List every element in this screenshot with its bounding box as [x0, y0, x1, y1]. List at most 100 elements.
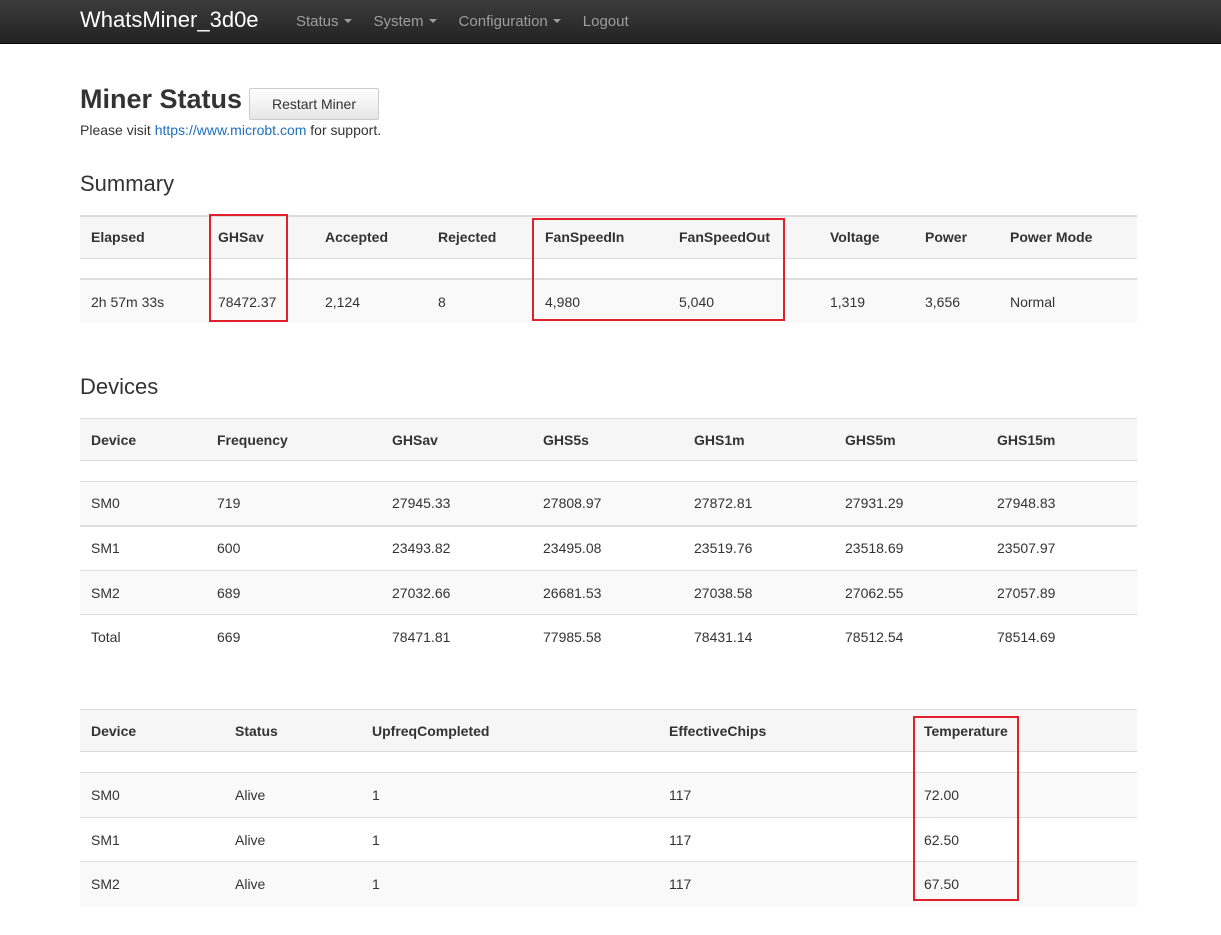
- caret-down-icon: [552, 19, 561, 23]
- table-cell: 27872.81: [694, 495, 753, 512]
- nav-system-label: System: [373, 12, 424, 30]
- col-header: Power: [925, 229, 968, 246]
- table-row: SM0 719 27945.33 27808.97 27872.81 27931…: [80, 481, 1137, 526]
- table-row: SM1 600 23493.82 23495.08 23519.76 23518…: [80, 525, 1137, 571]
- table-cell: SM0: [91, 787, 120, 803]
- summary-table: Elapsed GHSav Accepted Rejected FanSpeed…: [80, 215, 1137, 323]
- table-cell: 27032.66: [392, 584, 451, 601]
- table-row: SM0 Alive 1 117 72.00: [80, 772, 1137, 818]
- brand-logo[interactable]: WhatsMiner_3d0e: [80, 0, 259, 40]
- table-cell: 67.50: [924, 876, 960, 893]
- nav-configuration-menu[interactable]: Configuration: [448, 0, 572, 42]
- device-status-header-row: Device Status UpfreqCompleted EffectiveC…: [80, 709, 1137, 752]
- support-line: Please visit https://www.microbt.com for…: [80, 122, 381, 138]
- table-cell: 26681.53: [543, 584, 602, 601]
- support-prefix: Please visit: [80, 122, 155, 138]
- table-row: SM1 Alive 1 117 62.50: [80, 817, 1137, 862]
- table-cell: 5,040: [679, 293, 715, 310]
- nav-logout-label: Logout: [582, 12, 629, 30]
- table-cell: 27931.29: [845, 495, 904, 512]
- table-cell: 27808.97: [543, 495, 602, 512]
- table-cell: 1: [372, 787, 380, 803]
- table-cell: Normal: [1010, 293, 1056, 310]
- col-header: GHS5s: [543, 431, 589, 448]
- col-header: Temperature: [924, 722, 1008, 739]
- summary-title: Summary: [80, 171, 175, 196]
- col-header: FanSpeedOut: [679, 229, 771, 246]
- col-header: EffectiveChips: [669, 722, 767, 739]
- table-cell: 1: [372, 831, 380, 848]
- spacer-row: [80, 751, 1137, 773]
- col-header: Status: [235, 722, 278, 739]
- table-cell: 23507.97: [997, 540, 1056, 557]
- col-header: GHSav: [218, 229, 264, 246]
- table-cell: 27062.55: [845, 584, 904, 601]
- table-cell: 1,319: [830, 293, 866, 310]
- summary-header-row: Elapsed GHSav Accepted Rejected FanSpeed…: [80, 216, 1137, 258]
- table-cell: 117: [669, 787, 692, 803]
- devices-title: Devices: [80, 374, 159, 399]
- caret-down-icon: [428, 19, 437, 23]
- table-row: Total 669 78471.81 77985.58 78431.14 785…: [80, 614, 1137, 660]
- table-cell: 27057.89: [997, 584, 1056, 601]
- table-cell: 23518.69: [845, 540, 904, 557]
- table-cell: SM2: [91, 584, 120, 601]
- table-cell: 27945.33: [392, 495, 451, 512]
- table-cell: 23519.76: [694, 540, 753, 557]
- nav-logout-link[interactable]: Logout: [572, 0, 640, 42]
- table-row: SM2 689 27032.66 26681.53 27038.58 27062…: [80, 570, 1137, 615]
- table-cell: SM2: [91, 876, 120, 893]
- table-cell: 27948.83: [997, 495, 1056, 512]
- table-row: SM2 Alive 1 117 67.50: [80, 861, 1137, 907]
- col-header: Elapsed: [91, 229, 145, 246]
- restart-miner-button[interactable]: Restart Miner: [249, 88, 379, 120]
- spacer-row: [80, 460, 1137, 482]
- col-header: GHSav: [392, 431, 438, 448]
- table-cell: 689: [217, 584, 241, 601]
- table-cell: SM1: [91, 540, 120, 557]
- nav-menu: Status System Configuration Logout: [285, 0, 640, 42]
- col-header: UpfreqCompleted: [372, 722, 490, 739]
- table-cell: 117: [669, 876, 692, 893]
- support-link[interactable]: https://www.microbt.com: [155, 122, 307, 138]
- nav-configuration-label: Configuration: [458, 12, 548, 30]
- col-header: FanSpeedIn: [545, 229, 625, 246]
- col-header: Accepted: [325, 229, 389, 246]
- devices-table: Device Frequency GHSav GHS5s GHS1m GHS5m…: [80, 418, 1137, 660]
- table-cell: 27038.58: [694, 584, 753, 601]
- table-cell: Alive: [235, 876, 266, 893]
- table-cell: SM1: [91, 831, 120, 848]
- col-header: Voltage: [830, 229, 880, 246]
- col-header: GHS15m: [997, 431, 1056, 448]
- table-row: 2h 57m 33s 78472.37 2,124 8 4,980 5,040 …: [80, 279, 1137, 323]
- col-header: Rejected: [438, 229, 497, 246]
- col-header: GHS1m: [694, 431, 745, 448]
- table-cell: Total: [91, 629, 121, 646]
- table-cell: Alive: [235, 831, 266, 848]
- table-cell: 23493.82: [392, 540, 451, 557]
- spacer-row: [80, 258, 1137, 279]
- nav-status-menu[interactable]: Status: [285, 0, 363, 42]
- col-header: Frequency: [217, 431, 288, 448]
- table-cell: 1: [372, 876, 380, 893]
- table-cell: 77985.58: [543, 629, 602, 646]
- table-cell: 4,980: [545, 293, 581, 310]
- table-cell: 3,656: [925, 293, 961, 310]
- devices-header-row: Device Frequency GHSav GHS5s GHS1m GHS5m…: [80, 418, 1137, 461]
- table-cell: Alive: [235, 787, 266, 803]
- table-cell: 669: [217, 629, 241, 646]
- nav-system-menu[interactable]: System: [363, 0, 448, 42]
- table-cell: 78514.69: [997, 629, 1056, 646]
- table-cell: 78431.14: [694, 629, 753, 646]
- table-cell: 2h 57m 33s: [91, 293, 165, 310]
- col-header: Power Mode: [1010, 229, 1093, 246]
- support-suffix: for support.: [306, 122, 382, 138]
- table-cell: 78472.37: [218, 293, 277, 310]
- table-cell: 62.50: [924, 831, 960, 848]
- table-cell: 2,124: [325, 293, 361, 310]
- col-header: Device: [91, 431, 137, 448]
- table-cell: 719: [217, 495, 241, 512]
- col-header: GHS5m: [845, 431, 896, 448]
- top-navbar: WhatsMiner_3d0e Status System Configurat…: [0, 0, 1221, 44]
- device-status-table: Device Status UpfreqCompleted EffectiveC…: [80, 709, 1137, 907]
